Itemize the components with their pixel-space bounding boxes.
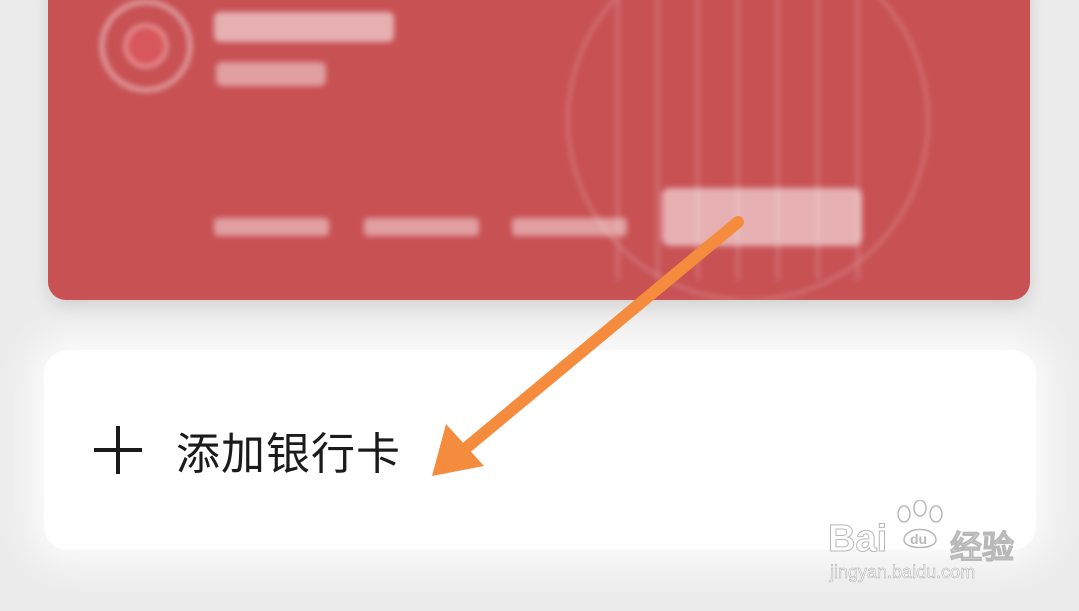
card-pattern [567,0,929,300]
add-card-label: 添加银行卡 [176,429,401,480]
bank-card[interactable] [48,0,1030,300]
card-number-group [512,218,627,236]
card-number-group [214,218,329,236]
card-type [216,62,326,86]
plus-icon [94,426,142,474]
svg-text:du: du [910,531,927,547]
watermark-brand: Bai [827,518,888,561]
bank-name [214,12,394,42]
baidu-jingyan-watermark: Bai du 经验 jingyan.baidu.com [827,500,1028,590]
watermark-domain: jingyan.baidu.com [830,562,976,583]
paw-icon: du [897,500,943,549]
bank-logo-icon [100,0,192,92]
card-number-last-digits [662,188,862,246]
card-number-group [364,218,479,236]
card-content-blurred [48,0,1030,300]
add-bank-card-button[interactable]: 添加银行卡 [94,420,401,480]
